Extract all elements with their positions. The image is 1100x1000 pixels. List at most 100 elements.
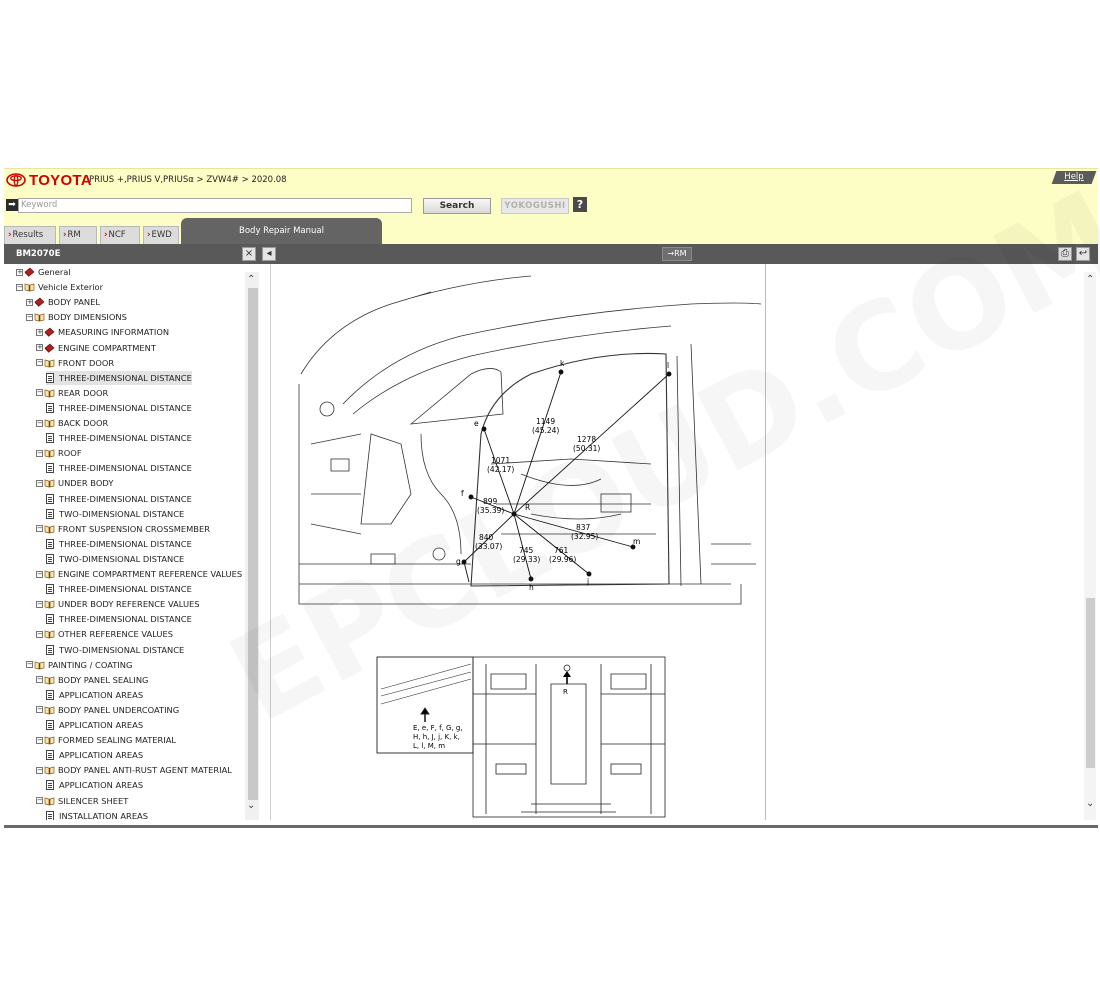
- tree-item[interactable]: THREE-DIMENSIONAL DISTANCE: [46, 370, 192, 385]
- expand-icon[interactable]: +: [36, 328, 43, 336]
- point-label: m: [633, 537, 640, 546]
- scroll-up-icon[interactable]: ⌃: [247, 274, 255, 285]
- keyword-input[interactable]: Keyword: [18, 198, 412, 213]
- collapse-icon[interactable]: −: [36, 389, 43, 397]
- tree-item[interactable]: − ENGINE COMPARTMENT REFERENCE VALUES: [36, 567, 242, 581]
- open-book-icon: [44, 389, 55, 398]
- document-icon: [46, 644, 54, 655]
- tree-item[interactable]: − UNDER BODY REFERENCE VALUES: [36, 597, 200, 611]
- tree-item[interactable]: TWO-DIMENSIONAL DISTANCE: [46, 552, 184, 566]
- tree-item[interactable]: THREE-DIMENSIONAL DISTANCE: [46, 401, 192, 415]
- search-button[interactable]: Search: [423, 198, 491, 214]
- collapse-icon[interactable]: −: [36, 600, 43, 608]
- tree-item[interactable]: THREE-DIMENSIONAL DISTANCE: [46, 612, 192, 626]
- expand-icon[interactable]: +: [16, 268, 23, 276]
- header-bar: TOYOTA PRIUS +,PRIUS V,PRIUSα > ZVW4# > …: [4, 168, 1098, 190]
- content-scrollbar-thumb[interactable]: [1086, 598, 1095, 768]
- tree-item[interactable]: − BODY PANEL UNDERCOATING: [36, 703, 179, 717]
- tree-item-label: SILENCER SHEET: [58, 795, 129, 806]
- tree-item[interactable]: − BODY PANEL SEALING: [36, 673, 148, 687]
- tree-item-label: REAR DOOR: [58, 387, 109, 398]
- collapse-icon[interactable]: −: [36, 570, 43, 578]
- tree-item[interactable]: THREE-DIMENSIONAL DISTANCE: [46, 431, 192, 445]
- tree-item[interactable]: THREE-DIMENSIONAL DISTANCE: [46, 461, 192, 475]
- tree-item[interactable]: APPLICATION AREAS: [46, 748, 143, 762]
- tree-item[interactable]: + General: [16, 265, 71, 279]
- content-scroll-up-icon[interactable]: ⌃: [1086, 274, 1094, 285]
- collapse-icon[interactable]: −: [16, 283, 23, 291]
- tree-item[interactable]: − PAINTING / COATING: [26, 658, 132, 672]
- tree-item[interactable]: − ROOF: [36, 446, 82, 460]
- point-label: R: [525, 503, 530, 512]
- collapse-icon[interactable]: −: [36, 676, 43, 684]
- collapse-icon[interactable]: −: [36, 359, 43, 367]
- expand-icon[interactable]: +: [26, 298, 33, 306]
- tree-item[interactable]: THREE-DIMENSIONAL DISTANCE: [46, 492, 192, 506]
- tree-item[interactable]: TWO-DIMENSIONAL DISTANCE: [46, 643, 184, 657]
- goto-rm-button[interactable]: →RM: [662, 247, 692, 261]
- tree-item[interactable]: − FRONT DOOR: [36, 356, 114, 370]
- document-icon: [46, 508, 54, 519]
- tree-item[interactable]: THREE-DIMENSIONAL DISTANCE: [46, 537, 192, 551]
- tree-item[interactable]: − UNDER BODY: [36, 476, 113, 490]
- tree-item[interactable]: APPLICATION AREAS: [46, 688, 143, 702]
- expand-icon[interactable]: +: [36, 344, 43, 351]
- back-icon[interactable]: ↩: [1076, 247, 1090, 261]
- tree-item[interactable]: APPLICATION AREAS: [46, 718, 143, 732]
- breadcrumb[interactable]: PRIUS +,PRIUS V,PRIUSα > ZVW4# > 2020.08: [89, 175, 287, 185]
- tree-item-label: THREE-DIMENSIONAL DISTANCE: [59, 538, 192, 549]
- dim-value: 761: [554, 546, 569, 555]
- tree-item[interactable]: − BACK DOOR: [36, 416, 108, 430]
- collapse-icon[interactable]: −: [26, 313, 33, 321]
- yokogushi-button[interactable]: YOKOGUSHI: [501, 198, 569, 214]
- print-icon[interactable]: ⎙: [1058, 247, 1072, 261]
- search-help-button[interactable]: ?: [573, 197, 587, 212]
- tree-item[interactable]: − SILENCER SHEET: [36, 794, 128, 808]
- tree-item[interactable]: − Vehicle Exterior: [16, 280, 103, 294]
- tab-results[interactable]: ›Results: [4, 226, 56, 244]
- collapse-icon[interactable]: −: [36, 736, 43, 744]
- collapse-icon[interactable]: −: [36, 706, 43, 714]
- collapse-icon[interactable]: −: [36, 797, 43, 804]
- tree-item[interactable]: − FRONT SUSPENSION CROSSMEMBER: [36, 522, 210, 536]
- collapse-icon[interactable]: −: [36, 449, 43, 457]
- tree-item[interactable]: + ENGINE COMPARTMENT: [36, 341, 156, 355]
- tree-item-label: APPLICATION AREAS: [59, 750, 144, 761]
- tab-rm[interactable]: ›RM: [59, 226, 97, 244]
- tree-item[interactable]: TWO-DIMENSIONAL DISTANCE: [46, 507, 184, 521]
- collapse-icon[interactable]: −: [36, 525, 43, 533]
- collapse-icon[interactable]: −: [36, 419, 43, 427]
- tab-ncf[interactable]: ›NCF: [100, 226, 140, 244]
- collapse-icon[interactable]: −: [36, 766, 43, 774]
- tree-item[interactable]: APPLICATION AREAS: [46, 778, 143, 792]
- scroll-down-icon[interactable]: ⌄: [247, 800, 255, 811]
- tree-item-label: FORMED SEALING MATERIAL: [58, 735, 177, 746]
- tab-body-repair-manual[interactable]: Body Repair Manual: [181, 218, 382, 244]
- tree-item[interactable]: − OTHER REFERENCE VALUES: [36, 627, 173, 641]
- tree-item[interactable]: − BODY PANEL ANTI-RUST AGENT MATERIAL: [36, 763, 232, 777]
- tree-item[interactable]: − BODY DIMENSIONS: [26, 310, 127, 324]
- dim-value: 1149: [536, 417, 555, 426]
- point-label: l: [667, 361, 669, 370]
- collapse-icon[interactable]: −: [26, 661, 33, 669]
- tab-ewd[interactable]: ›EWD: [143, 226, 179, 244]
- tree-item[interactable]: − REAR DOOR: [36, 386, 108, 400]
- collapse-icon[interactable]: −: [36, 630, 43, 638]
- content-scroll-down-icon[interactable]: ⌄: [1086, 798, 1094, 809]
- tree-scrollbar-thumb[interactable]: [248, 288, 258, 800]
- help-label[interactable]: Help: [1054, 171, 1094, 184]
- open-book-icon: [44, 419, 55, 428]
- collapse-button[interactable]: ◂: [262, 247, 276, 261]
- brand-name: TOYOTA: [29, 171, 92, 189]
- tree-item[interactable]: − FORMED SEALING MATERIAL: [36, 733, 176, 747]
- close-button[interactable]: ×: [242, 247, 256, 261]
- tree-item[interactable]: + BODY PANEL: [26, 295, 100, 309]
- help-link[interactable]: Help: [1051, 171, 1097, 184]
- tree-item-label: PAINTING / COATING: [48, 659, 133, 670]
- tree-item[interactable]: THREE-DIMENSIONAL DISTANCE: [46, 582, 192, 596]
- document-icon: [46, 433, 54, 444]
- collapse-icon[interactable]: −: [36, 479, 43, 487]
- tree-item[interactable]: INSTALLATION AREAS: [46, 809, 148, 820]
- tree-item-label: BODY PANEL SEALING: [58, 674, 149, 685]
- tree-item[interactable]: + MEASURING INFORMATION: [36, 325, 169, 339]
